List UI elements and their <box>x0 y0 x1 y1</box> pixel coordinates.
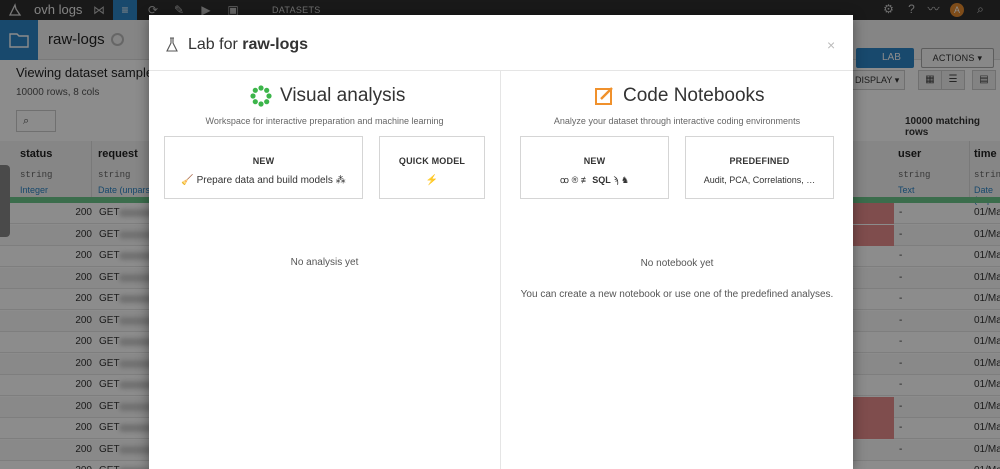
visual-analysis-title: Visual analysis <box>280 85 406 106</box>
r-icon: ® <box>571 175 579 185</box>
no-notebook-text: No notebook yet <box>640 258 714 269</box>
sparkle-icon: ⁂ <box>335 175 346 186</box>
code-notebooks-title: Code Notebooks <box>623 85 765 106</box>
impala-icon: ♞ <box>621 175 630 185</box>
hive-icon: ≢ <box>580 175 590 185</box>
notebook-hint-text: You can create a new notebook or use one… <box>520 289 834 300</box>
lab-modal: Lab for raw-logs × Visual analysis Works… <box>149 15 853 469</box>
broom-icon: 🧹 <box>181 175 194 186</box>
close-icon[interactable]: × <box>827 37 835 53</box>
quick-model-card[interactable]: QUICK MODEL ⚡ <box>379 136 485 199</box>
modal-header: Lab for raw-logs × <box>149 15 853 71</box>
visual-analysis-subtitle: Workspace for interactive preparation an… <box>205 116 444 126</box>
visual-analysis-icon <box>250 85 272 107</box>
lightning-icon: ⚡ <box>425 175 439 186</box>
code-notebook-icon <box>595 87 613 105</box>
python-icon: ꝏ <box>559 175 570 185</box>
sql-icon: SQL <box>592 175 611 185</box>
new-notebook-card[interactable]: NEW ꝏ ® ≢ SQL ϡ ♞ <box>520 136 669 199</box>
flask-icon <box>166 37 178 52</box>
no-analysis-text: No analysis yet <box>290 257 359 268</box>
modal-title: Lab for raw-logs <box>188 36 309 53</box>
scala-icon: ϡ <box>613 175 619 185</box>
new-analysis-card[interactable]: NEW 🧹 Prepare data and build models ⁂ <box>164 136 363 199</box>
code-notebooks-subtitle: Analyze your dataset through interactive… <box>553 116 801 126</box>
predefined-notebook-card[interactable]: PREDEFINED Audit, PCA, Correlations, … <box>685 136 834 199</box>
section-divider <box>500 71 501 469</box>
